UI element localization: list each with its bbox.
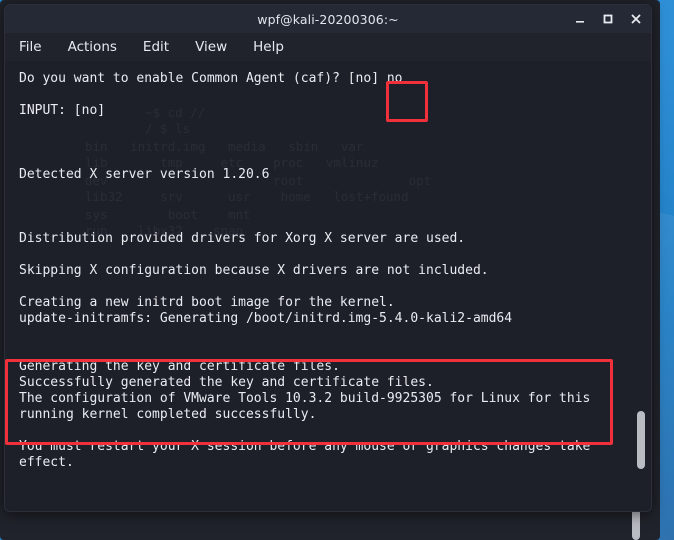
close-icon[interactable] <box>629 12 643 26</box>
terminal-line: effect. <box>19 455 74 470</box>
minimize-icon[interactable] <box>573 12 587 26</box>
window-title: wpf@kali-20200306:~ <box>257 11 399 27</box>
terminal-line: running kernel completed successfully. <box>19 407 317 422</box>
menubar: File Actions Edit View Help <box>5 33 651 61</box>
terminal-text: Do you want to enable Common Agent (caf)… <box>5 61 590 471</box>
menu-item-actions[interactable]: Actions <box>68 39 117 55</box>
terminal-line: Creating a new initrd boot image for the… <box>19 295 395 310</box>
terminal-line: Skipping X configuration because X drive… <box>19 263 489 278</box>
terminal-output-area[interactable]: ~$ cd /// $ ls bin initrd.img media sbin … <box>5 61 651 511</box>
menu-item-edit[interactable]: Edit <box>143 39 169 55</box>
menu-item-file[interactable]: File <box>19 39 42 55</box>
menu-item-help[interactable]: Help <box>253 39 284 55</box>
terminal-window[interactable]: wpf@kali-20200306:~ File Actions Edit Vi… <box>4 4 652 512</box>
window-controls <box>573 5 643 33</box>
terminal-line: You must restart your X session before a… <box>19 439 591 454</box>
terminal-line: Successfully generated the key and certi… <box>19 375 434 390</box>
maximize-icon[interactable] <box>601 12 615 26</box>
menu-item-view[interactable]: View <box>195 39 227 55</box>
terminal-line: Detected X server version 1.20.6 <box>19 167 270 182</box>
terminal-scrollbar-thumb[interactable] <box>637 411 645 469</box>
terminal-line: Distribution provided drivers for Xorg X… <box>19 231 466 246</box>
terminal-line: The configuration of VMware Tools 10.3.2… <box>19 391 591 406</box>
window-titlebar[interactable]: wpf@kali-20200306:~ <box>5 5 651 33</box>
terminal-line: update-initramfs: Generating /boot/initr… <box>19 311 513 326</box>
terminal-line: Generating the key and certificate files… <box>19 359 340 374</box>
terminal-line: INPUT: [no] <box>19 103 106 118</box>
terminal-line: Do you want to enable Common Agent (caf)… <box>19 71 403 86</box>
